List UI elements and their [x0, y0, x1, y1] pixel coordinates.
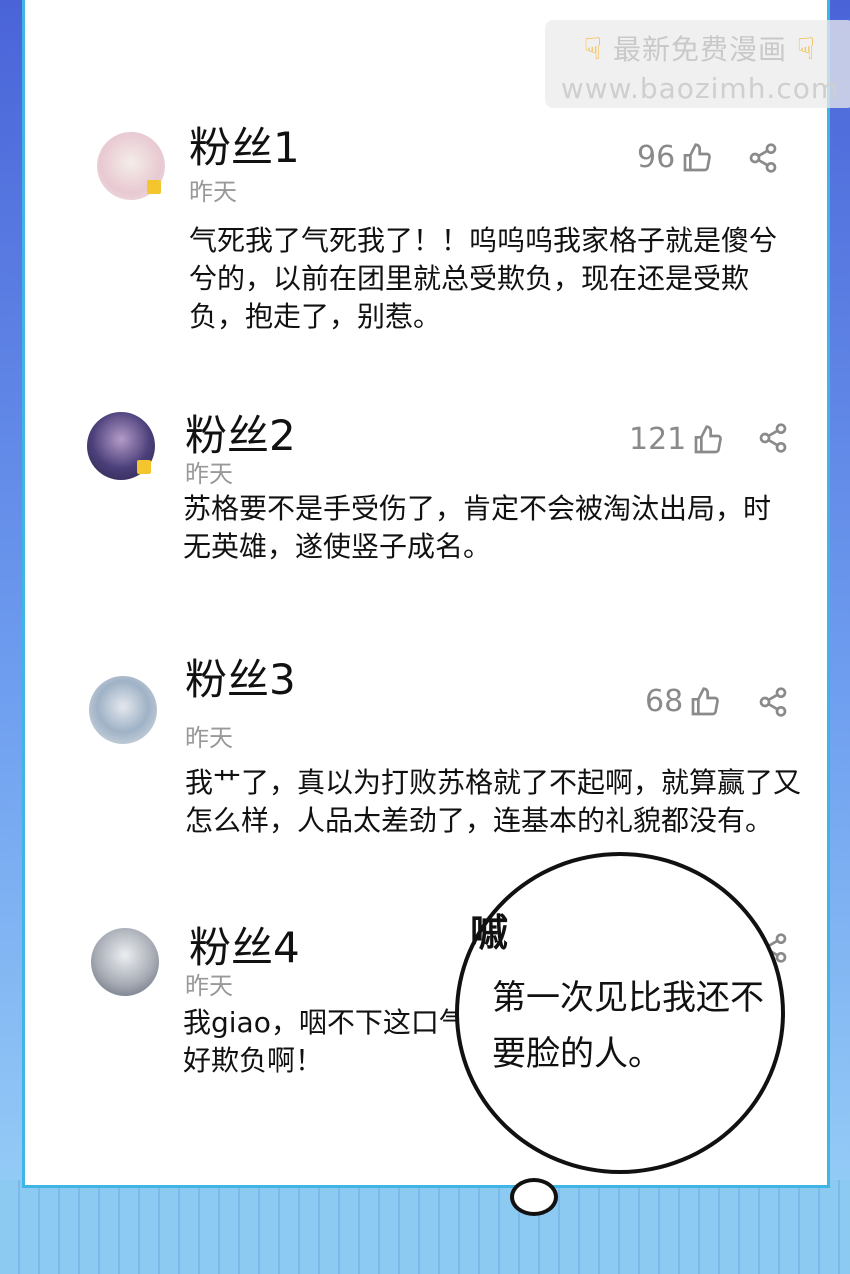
timestamp: 昨天 [189, 178, 237, 206]
share-icon[interactable] [757, 686, 789, 718]
vip-badge [137, 460, 151, 474]
watermark: ☟ 最新免费漫画 ☟ www.baozimh.com [545, 20, 850, 108]
thumbs-up-icon [691, 686, 720, 715]
vip-badge [147, 180, 161, 194]
comment-text: 我giao，咽不下这口气好欺负啊！ [183, 1006, 467, 1077]
username[interactable]: 粉丝3 [185, 646, 296, 707]
timestamp: 昨天 [185, 724, 233, 752]
comment-text: 气死我了气死我了！！呜呜呜我家格子就是傻兮兮的，以前在团里就总受欺负，现在还是受… [189, 224, 778, 333]
watermark-line2: www.baozimh.com [560, 72, 840, 105]
avatar[interactable] [89, 676, 157, 744]
speech-bubble-tail [510, 1178, 558, 1216]
avatar[interactable] [91, 928, 159, 996]
watermark-line1: 最新免费漫画 [612, 33, 787, 66]
background-stripes [0, 1180, 850, 1274]
share-icon[interactable] [747, 142, 779, 174]
comment-text: 苏格要不是手受伤了，肯定不会被淘汰出局，时无英雄，遂使竖子成名。 [183, 492, 772, 563]
avatar[interactable] [97, 132, 165, 200]
avatar[interactable] [87, 412, 155, 480]
like-count[interactable]: 96 [637, 140, 713, 175]
speech-bubble-text: 第一次见比我还不要脸的人。 [492, 978, 764, 1074]
timestamp: 昨天 [185, 972, 233, 1000]
username[interactable]: 粉丝1 [189, 114, 300, 175]
sound-effect-text: 嘁 [470, 911, 509, 955]
pointing-hand-icon: ☟ [796, 32, 817, 67]
share-icon[interactable] [757, 422, 789, 454]
pointing-hand-icon: ☟ [583, 32, 604, 67]
thumbs-up-icon [694, 424, 723, 453]
like-count[interactable]: 121 [629, 422, 724, 457]
thumbs-up-icon [683, 142, 712, 171]
like-count[interactable]: 68 [645, 684, 721, 719]
comment-text: 我艹了，真以为打败苏格就了不起啊，就算赢了又怎么样，人品太差劲了，连基本的礼貌都… [185, 766, 802, 837]
timestamp: 昨天 [185, 460, 233, 488]
